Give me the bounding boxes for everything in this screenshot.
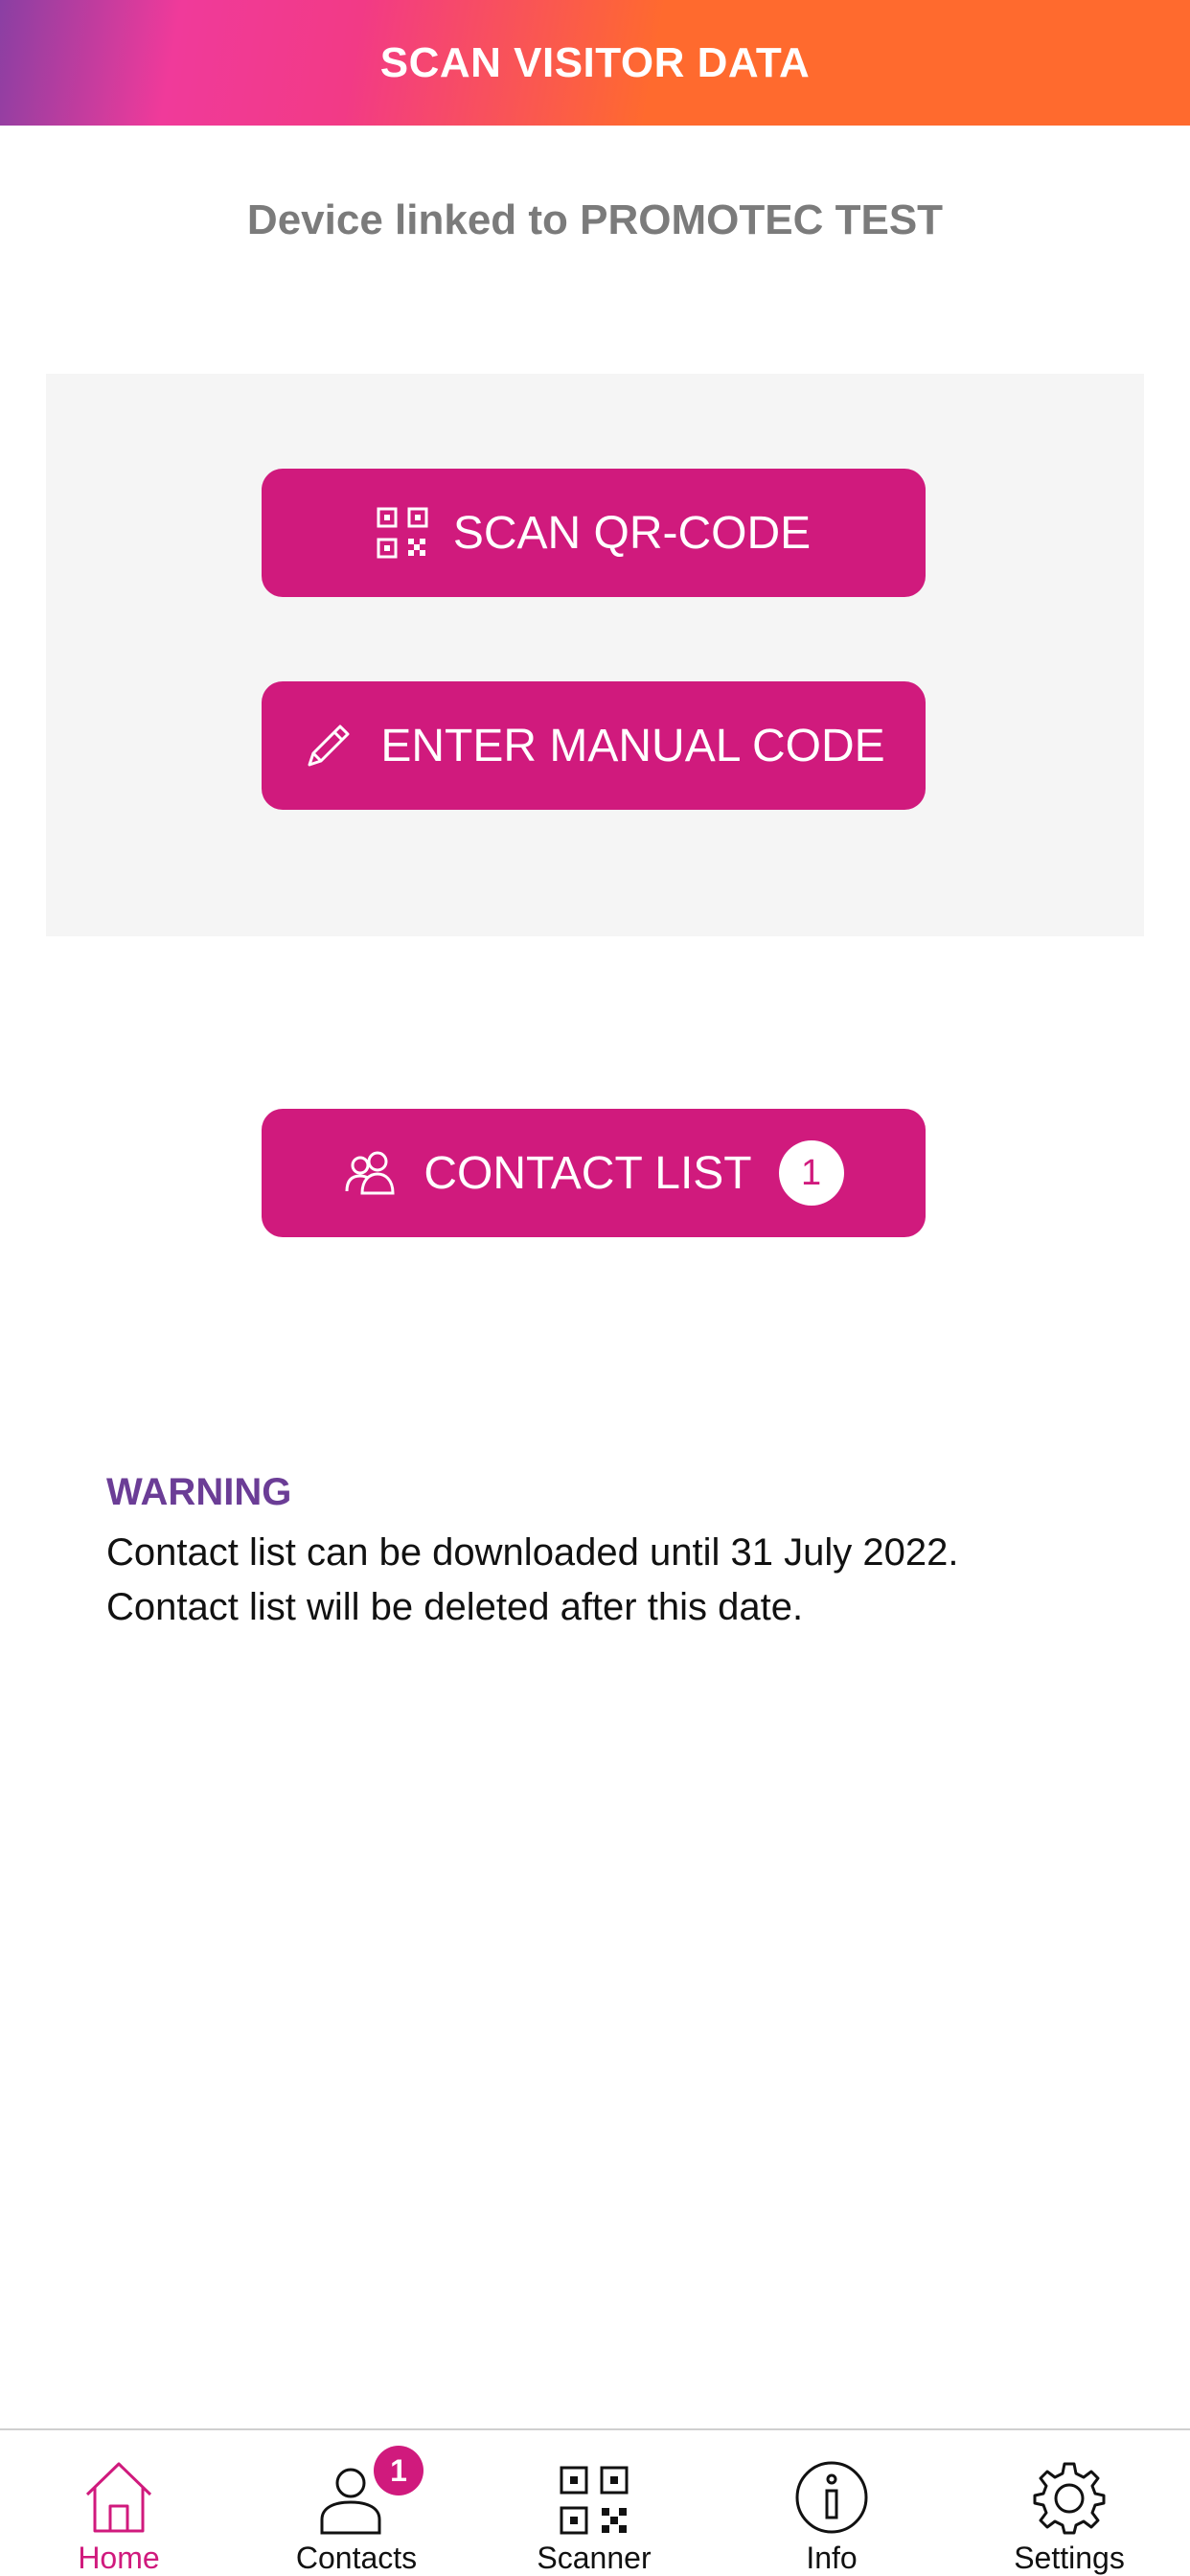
scan-qr-code-button[interactable]: SCAN QR-CODE <box>262 469 926 597</box>
contacts-count-badge: 1 <box>374 2446 423 2496</box>
qr-code-icon <box>560 2448 629 2535</box>
tab-settings-label: Settings <box>1014 2541 1125 2575</box>
tab-home-label: Home <box>78 2541 160 2575</box>
enter-manual-code-label: ENTER MANUAL CODE <box>380 720 885 771</box>
home-icon <box>83 2448 154 2535</box>
scan-qr-code-label: SCAN QR-CODE <box>452 507 812 559</box>
tab-info[interactable]: Info <box>713 2430 950 2576</box>
tab-scanner[interactable]: Scanner <box>475 2430 713 2576</box>
enter-manual-code-button[interactable]: ENTER MANUAL CODE <box>262 681 926 810</box>
info-icon <box>794 2448 869 2535</box>
qr-code-icon <box>377 507 428 559</box>
tab-settings[interactable]: Settings <box>950 2430 1188 2576</box>
tab-info-label: Info <box>806 2541 858 2575</box>
contact-list-button[interactable]: CONTACT LIST 1 <box>262 1109 926 1237</box>
contacts-icon: 1 <box>318 2446 423 2535</box>
pencil-icon <box>302 719 355 772</box>
warning-text-line-2: Contact list will be deleted after this … <box>106 1586 804 1628</box>
tab-contacts-label: Contacts <box>295 2541 418 2575</box>
contact-list-label: CONTACT LIST <box>423 1147 752 1199</box>
warning-title: WARNING <box>106 1471 292 1513</box>
device-linked-text: Device linked to PROMOTEC TEST <box>246 196 944 243</box>
tab-contacts[interactable]: 1 Contacts <box>238 2430 475 2576</box>
tab-home[interactable]: Home <box>0 2430 238 2576</box>
tab-scanner-label: Scanner <box>537 2541 652 2575</box>
bottom-tab-bar: Home 1 Contacts Scanner Info Settings <box>0 2428 1190 2576</box>
gear-icon <box>1032 2448 1107 2535</box>
warning-text-line-1: Contact list can be downloaded until 31 … <box>106 1531 959 1574</box>
app-header: SCAN VISITOR DATA <box>0 0 1190 126</box>
contact-count-badge: 1 <box>778 1140 844 1206</box>
page-title: SCAN VISITOR DATA <box>379 38 811 86</box>
warning-box: WARNING Contact list can be downloaded u… <box>106 1471 1112 1635</box>
contacts-icon <box>343 1149 399 1197</box>
scan-actions-panel <box>46 374 1144 936</box>
